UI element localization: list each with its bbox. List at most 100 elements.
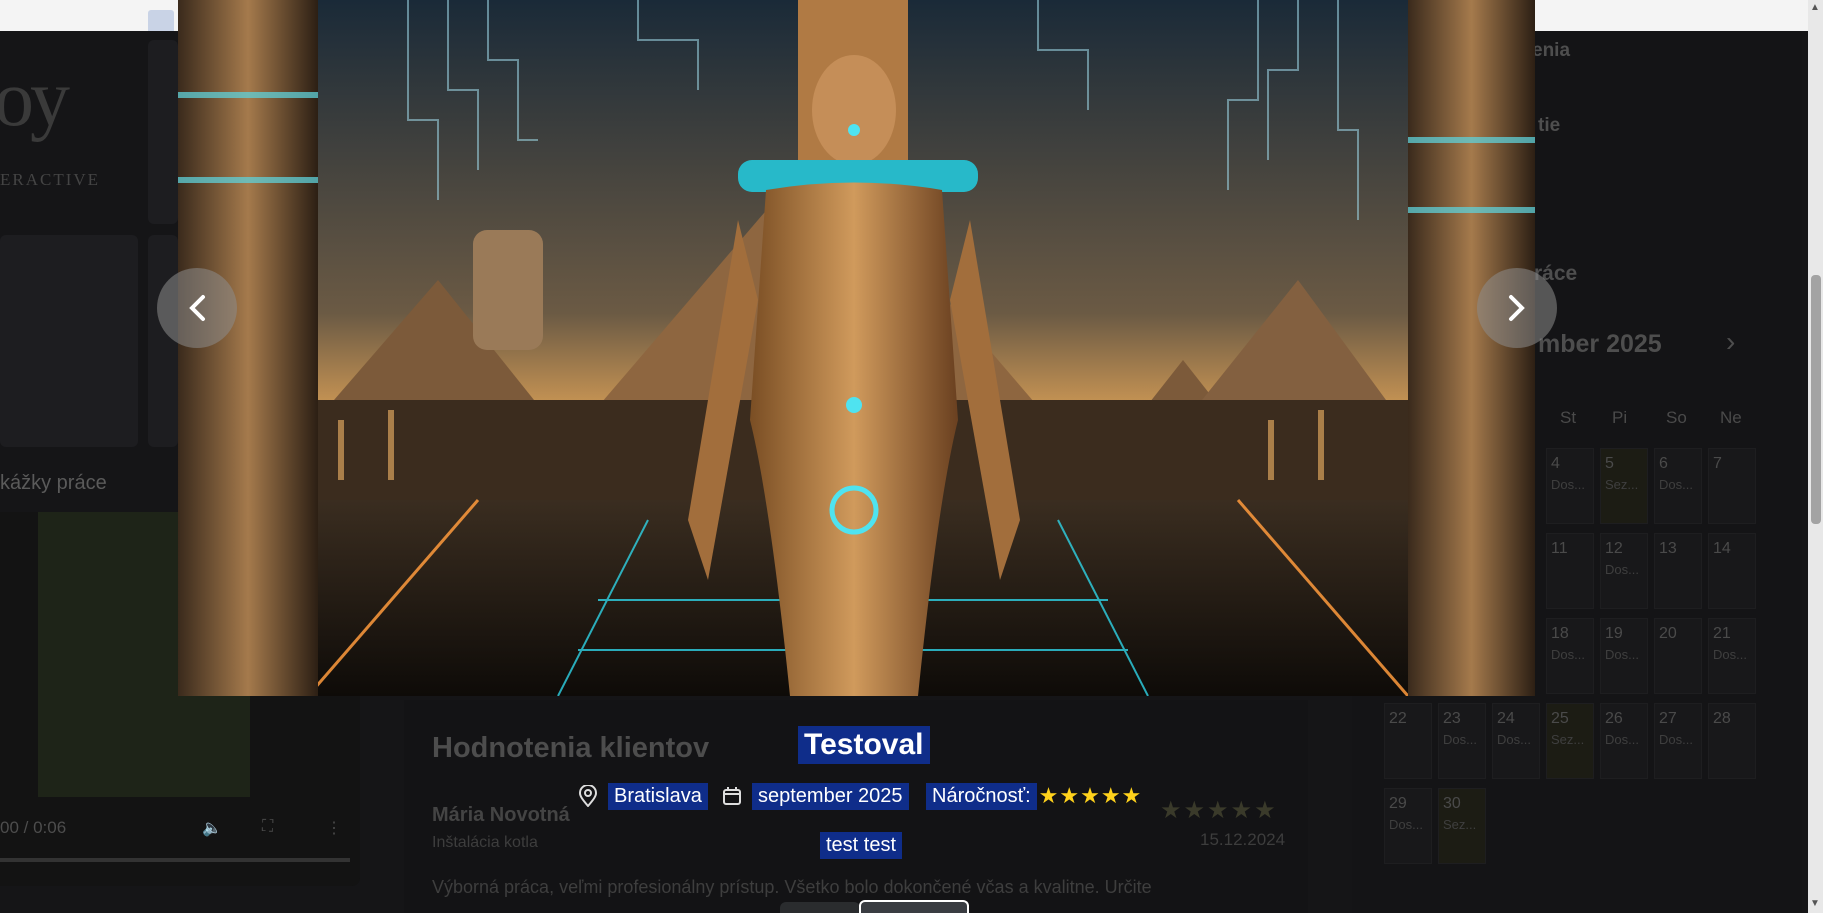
calendar-weekday: Ne: [1720, 408, 1742, 427]
difficulty-meta: Náročnosť: ★★★★★: [926, 780, 1142, 812]
calendar-day[interactable]: 29 Dos...: [1384, 788, 1432, 864]
scrollbar-thumb[interactable]: [1811, 275, 1821, 524]
fullscreen-icon[interactable]: ⛶: [262, 818, 280, 836]
calendar-day[interactable]: 24 Dos...: [1492, 703, 1540, 779]
calendar-month-title: mber 2025: [1538, 330, 1662, 358]
calendar-day-number: 19: [1605, 625, 1623, 642]
calendar-next-icon[interactable]: ›: [1726, 326, 1735, 358]
lightbox-thumbnail[interactable]: [780, 902, 860, 913]
gallery-section-title: kážky práce: [0, 472, 107, 494]
calendar-day-status: Dos...: [1605, 562, 1639, 577]
browser-tab[interactable]: [148, 10, 174, 31]
location-text: Bratislava: [608, 782, 708, 810]
calendar-day-number: 7: [1713, 455, 1722, 472]
calendar-day[interactable]: 14: [1708, 533, 1756, 609]
calendar-day[interactable]: 19 Dos...: [1600, 618, 1648, 694]
calendar-day[interactable]: 20: [1654, 618, 1702, 694]
gallery-thumb[interactable]: [148, 40, 178, 224]
lightbox-description: test test: [820, 832, 903, 859]
calendar-day[interactable]: 12 Dos...: [1600, 533, 1648, 609]
sidebar-label: enia: [1532, 40, 1571, 61]
calendar-day-number: 29: [1389, 795, 1407, 812]
calendar-icon: [723, 787, 741, 805]
date-text: september 2025: [752, 782, 909, 810]
video-time: 00 / 0:06: [0, 818, 67, 837]
sidebar-label: tie: [1538, 115, 1561, 136]
calendar-day[interactable]: 18 Dos...: [1546, 618, 1594, 694]
calendar-day-status: Dos...: [1659, 477, 1693, 492]
more-options-icon[interactable]: ⋮: [326, 818, 344, 837]
calendar-day-status: Sez...: [1443, 817, 1477, 832]
calendar-day[interactable]: 27 Dos...: [1654, 703, 1702, 779]
calendar-day-status: Dos...: [1551, 477, 1585, 492]
calendar-weekday: Pi: [1612, 408, 1628, 427]
calendar-day-number: 18: [1551, 625, 1569, 642]
video-progress-bar[interactable]: [0, 858, 350, 862]
difficulty-label: Náročnosť:: [926, 782, 1037, 810]
calendar-day[interactable]: 4 Dos...: [1546, 448, 1594, 524]
calendar-day[interactable]: 26 Dos...: [1600, 703, 1648, 779]
calendar-day-number: 12: [1605, 540, 1623, 557]
site-logo-subtitle: ERACTIVE: [0, 170, 101, 189]
calendar-day-status: Dos...: [1497, 732, 1531, 747]
calendar-day[interactable]: 11: [1546, 533, 1594, 609]
calendar-day-number: 25: [1551, 710, 1569, 727]
calendar-day[interactable]: 22: [1384, 703, 1432, 779]
volume-icon[interactable]: 🔈: [202, 818, 222, 837]
chevron-left-icon: [189, 295, 205, 321]
calendar-day-number: 26: [1605, 710, 1623, 727]
calendar-day-status: Dos...: [1605, 732, 1639, 747]
next-image-button[interactable]: [1477, 268, 1557, 348]
site-logo[interactable]: oy: [0, 54, 70, 145]
calendar-day-number: 5: [1605, 455, 1614, 472]
lightbox-title: Testoval: [798, 726, 930, 764]
calendar-day-status: Sez...: [1551, 732, 1585, 747]
calendar-day-status: Dos...: [1551, 647, 1585, 662]
calendar-day-number: 23: [1443, 710, 1461, 727]
calendar-day[interactable]: 5 Sez...: [1600, 448, 1648, 524]
review-service: Inštalácia kotla: [432, 834, 538, 851]
calendar-weekday: St: [1560, 408, 1577, 427]
calendar-day-number: 14: [1713, 540, 1731, 557]
map-pin-icon: [578, 785, 598, 807]
calendar-day-number: 21: [1713, 625, 1731, 642]
calendar-day-number: 13: [1659, 540, 1677, 557]
calendar-day-status: Dos...: [1659, 732, 1693, 747]
difficulty-stars: ★★★★★: [1038, 783, 1143, 808]
calendar-day-number: 22: [1389, 710, 1407, 727]
lightbox-image: [178, 0, 1535, 696]
chevron-right-icon: [1509, 295, 1525, 321]
calendar-day-number: 4: [1551, 455, 1560, 472]
calendar-day-number: 11: [1551, 540, 1568, 557]
calendar-day-status: Dos...: [1605, 647, 1639, 662]
calendar-day[interactable]: 6 Dos...: [1654, 448, 1702, 524]
calendar-day[interactable]: 7: [1708, 448, 1756, 524]
reviews-title: Hodnotenia klientov: [432, 732, 710, 764]
calendar-day[interactable]: 23 Dos...: [1438, 703, 1486, 779]
calendar-day-status: Dos...: [1713, 647, 1747, 662]
calendar-day[interactable]: 28: [1708, 703, 1756, 779]
calendar-weekday: So: [1666, 408, 1687, 427]
review-text: Výborná práca, veľmi profesionálny príst…: [432, 877, 1152, 897]
calendar-day-number: 27: [1659, 710, 1677, 727]
calendar-day-number: 30: [1443, 795, 1461, 812]
lightbox-thumbnail-active[interactable]: [859, 900, 969, 913]
previous-image-button[interactable]: [157, 268, 237, 348]
calendar-day-number: 28: [1713, 710, 1731, 727]
reviewer-name: Mária Novotná: [432, 804, 570, 826]
scroll-down-icon[interactable]: ▼: [1810, 898, 1820, 909]
gallery-thumb[interactable]: [0, 235, 138, 447]
calendar-day-number: 6: [1659, 455, 1668, 472]
calendar-day-number: 20: [1659, 625, 1677, 642]
calendar-day[interactable]: 25 Sez...: [1546, 703, 1594, 779]
calendar-day[interactable]: 13: [1654, 533, 1702, 609]
review-stars: ★★★★★: [1160, 797, 1278, 824]
date-meta: september 2025: [722, 780, 909, 812]
calendar-day-status: Dos...: [1389, 817, 1423, 832]
review-date: 15.12.2024: [1200, 830, 1286, 849]
calendar-day[interactable]: 21 Dos...: [1708, 618, 1756, 694]
scroll-up-icon[interactable]: ▲: [1810, 2, 1820, 13]
calendar-day-status: Dos...: [1443, 732, 1477, 747]
calendar-day-status: Sez...: [1605, 477, 1639, 492]
calendar-day[interactable]: 30 Sez...: [1438, 788, 1486, 864]
